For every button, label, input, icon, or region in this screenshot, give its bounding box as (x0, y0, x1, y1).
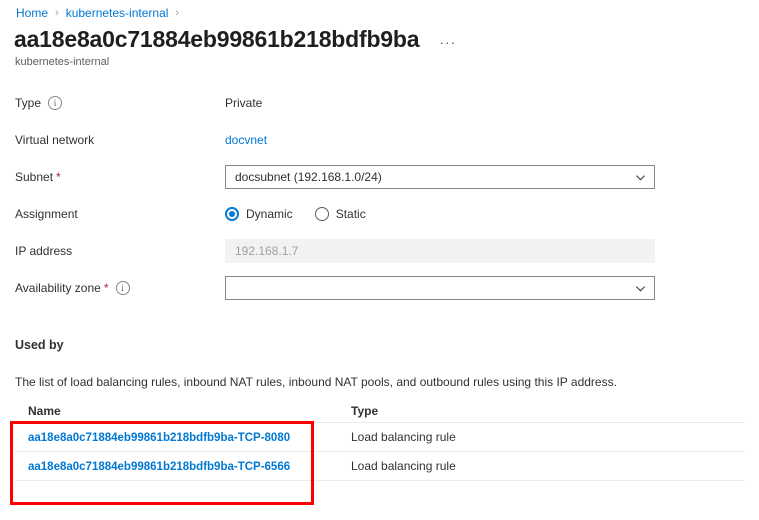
label-ip-address: IP address (0, 240, 225, 262)
used-by-section: Used by The list of load balancing rules… (0, 338, 759, 389)
table-cell-type: Load balancing rule (351, 430, 456, 444)
label-ip-address-text: IP address (15, 244, 73, 258)
column-header-type[interactable]: Type (333, 404, 533, 418)
value-virtual-network: docvnet (225, 129, 759, 151)
radio-assignment-static-label: Static (335, 207, 366, 221)
radio-selected-icon (225, 207, 239, 221)
page-title: aa18e8a0c71884eb99861b218bdfb9ba (14, 26, 420, 52)
label-type-text: Type (15, 96, 42, 110)
value-type: Private (225, 96, 263, 110)
label-virtual-network: Virtual network (0, 129, 225, 151)
label-availability-zone: Availability zone * i (0, 277, 225, 299)
label-virtual-network-text: Virtual network (15, 133, 95, 147)
radio-assignment-dynamic-label: Dynamic (246, 207, 293, 221)
subnet-dropdown-value: docsubnet (192.168.1.0/24) (235, 170, 382, 184)
value-assignment: Dynamic Static (225, 203, 759, 225)
radio-unselected-icon (314, 207, 329, 221)
form-row-ip-address: IP address 192.168.1.7 (0, 239, 759, 277)
properties-form: Type i Private Virtual network docvnet S… (0, 92, 759, 314)
table-cell-name: aa18e8a0c71884eb99861b218bdfb9ba-TCP-656… (15, 459, 333, 473)
info-icon[interactable]: i (115, 281, 130, 295)
label-assignment-text: Assignment (15, 207, 78, 221)
table-header-row: Name Type (15, 400, 745, 422)
assignment-radio-group: Dynamic Static (225, 203, 388, 225)
form-row-virtual-network: Virtual network docvnet (0, 129, 759, 166)
breadcrumb-item-kubernetes-internal[interactable]: kubernetes-internal (66, 6, 169, 20)
required-asterisk: * (103, 281, 109, 295)
availability-zone-dropdown[interactable] (225, 276, 655, 300)
label-subnet: Subnet * (0, 166, 225, 188)
breadcrumb-separator-icon: › (55, 7, 59, 19)
breadcrumb-item-home[interactable]: Home (16, 6, 48, 20)
info-icon[interactable]: i (48, 96, 63, 110)
more-options-button[interactable]: ··· (435, 32, 460, 52)
used-by-description: The list of load balancing rules, inboun… (15, 375, 617, 389)
page-header: aa18e8a0c71884eb99861b218bdfb9ba ··· (14, 25, 460, 53)
chevron-down-icon (636, 174, 645, 181)
value-subnet: docsubnet (192.168.1.0/24) (225, 165, 759, 189)
radio-assignment-static[interactable]: Static (314, 203, 366, 225)
label-subnet-text: Subnet (15, 170, 54, 184)
label-assignment: Assignment (0, 203, 225, 225)
breadcrumb: Home › kubernetes-internal › (16, 4, 186, 22)
table-row[interactable]: aa18e8a0c71884eb99861b218bdfb9ba-TCP-808… (15, 422, 745, 451)
ip-address-input: 192.168.1.7 (225, 239, 655, 263)
table-cell-name: aa18e8a0c71884eb99861b218bdfb9ba-TCP-808… (15, 430, 333, 444)
page-subtitle: kubernetes-internal (15, 56, 110, 68)
value-availability-zone (225, 276, 759, 300)
radio-assignment-dynamic[interactable]: Dynamic (225, 203, 293, 225)
form-row-subnet: Subnet * docsubnet (192.168.1.0/24) (0, 165, 759, 203)
column-header-name[interactable]: Name (15, 404, 333, 418)
form-row-availability-zone: Availability zone * i (0, 276, 759, 314)
subnet-dropdown[interactable]: docsubnet (192.168.1.0/24) (225, 165, 655, 189)
table-cell-type: Load balancing rule (351, 459, 456, 473)
virtual-network-link[interactable]: docvnet (225, 129, 267, 151)
breadcrumb-separator-icon: › (175, 7, 180, 19)
ip-address-value: 192.168.1.7 (235, 244, 299, 258)
table-row[interactable]: aa18e8a0c71884eb99861b218bdfb9ba-TCP-656… (15, 451, 745, 481)
form-row-assignment: Assignment Dynamic Static (0, 203, 759, 240)
chevron-down-icon (636, 285, 645, 292)
used-by-table: Name Type aa18e8a0c71884eb99861b218bdfb9… (15, 400, 745, 481)
used-by-heading: Used by (15, 338, 64, 352)
rule-link[interactable]: aa18e8a0c71884eb99861b218bdfb9ba-TCP-656… (28, 461, 290, 473)
form-row-type: Type i Private (0, 92, 759, 129)
label-availability-zone-text: Availability zone (15, 281, 101, 295)
label-type: Type i (0, 92, 225, 114)
rule-link[interactable]: aa18e8a0c71884eb99861b218bdfb9ba-TCP-808… (28, 432, 290, 444)
required-asterisk: * (56, 170, 61, 184)
value-ip-address: 192.168.1.7 (225, 239, 759, 263)
